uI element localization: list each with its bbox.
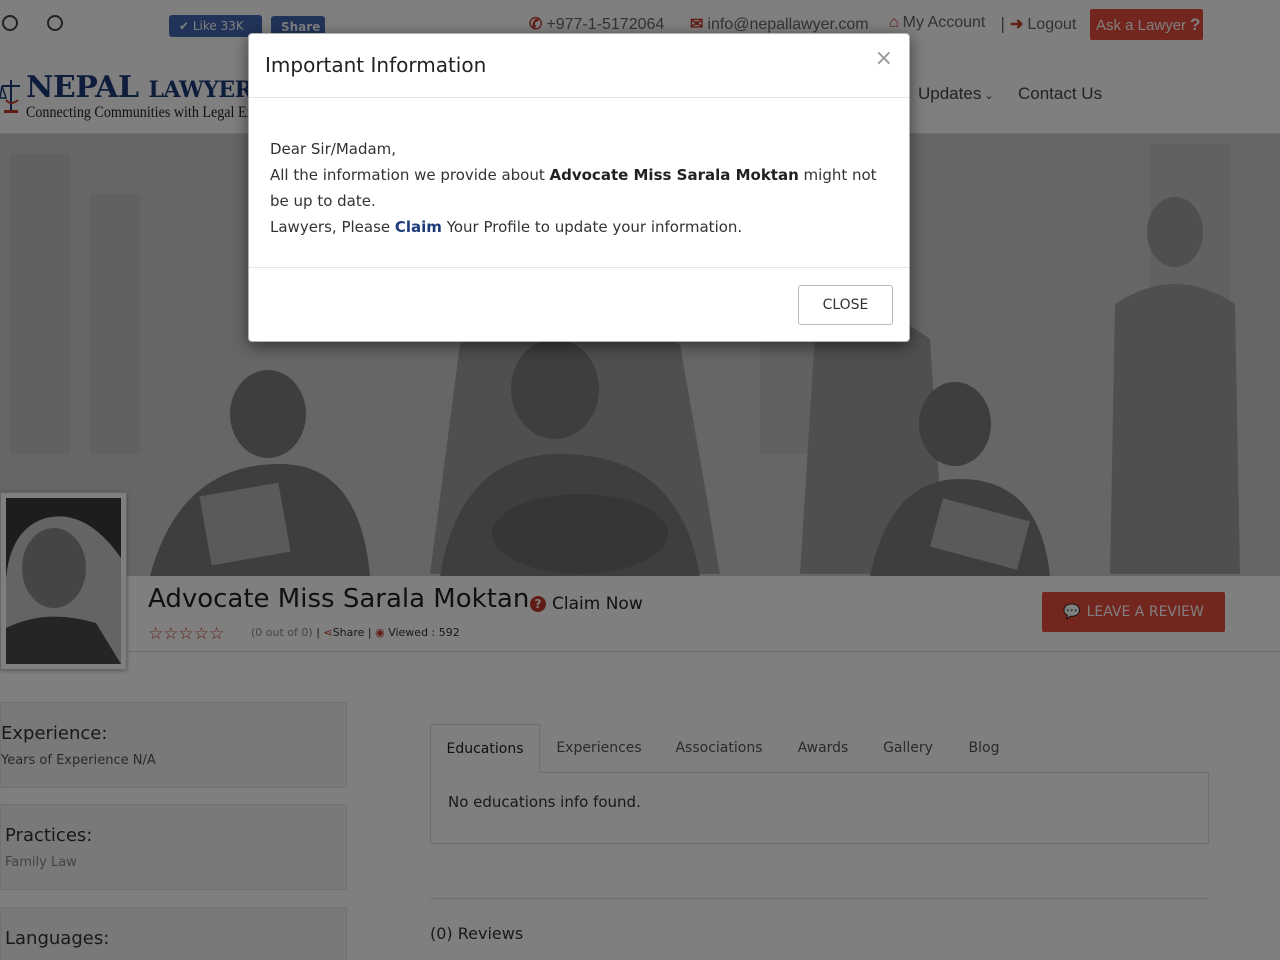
- modal-title: Important Information: [265, 53, 487, 77]
- modal-greeting: Dear Sir/Madam,: [270, 140, 397, 158]
- modal-line-1: All the information we provide about Adv…: [270, 162, 895, 214]
- important-information-modal: Important Information × Dear Sir/Madam, …: [248, 33, 910, 342]
- modal-footer-divider: [249, 267, 909, 268]
- modal-line-2-post: Your Profile to update your information.: [441, 218, 743, 236]
- modal-lawyer-name: Advocate Miss Sarala Moktan: [549, 166, 799, 184]
- modal-line-1-pre: All the information we provide about: [270, 166, 550, 184]
- close-button[interactable]: CLOSE: [798, 285, 893, 325]
- modal-claim-link[interactable]: Claim: [395, 218, 442, 236]
- modal-body: Dear Sir/Madam, All the information we p…: [270, 136, 895, 240]
- modal-line-2: Lawyers, Please Claim Your Profile to up…: [270, 214, 895, 240]
- modal-header: Important Information ×: [249, 34, 909, 98]
- modal-line-2-pre: Lawyers, Please: [270, 218, 395, 236]
- close-icon[interactable]: ×: [875, 48, 893, 70]
